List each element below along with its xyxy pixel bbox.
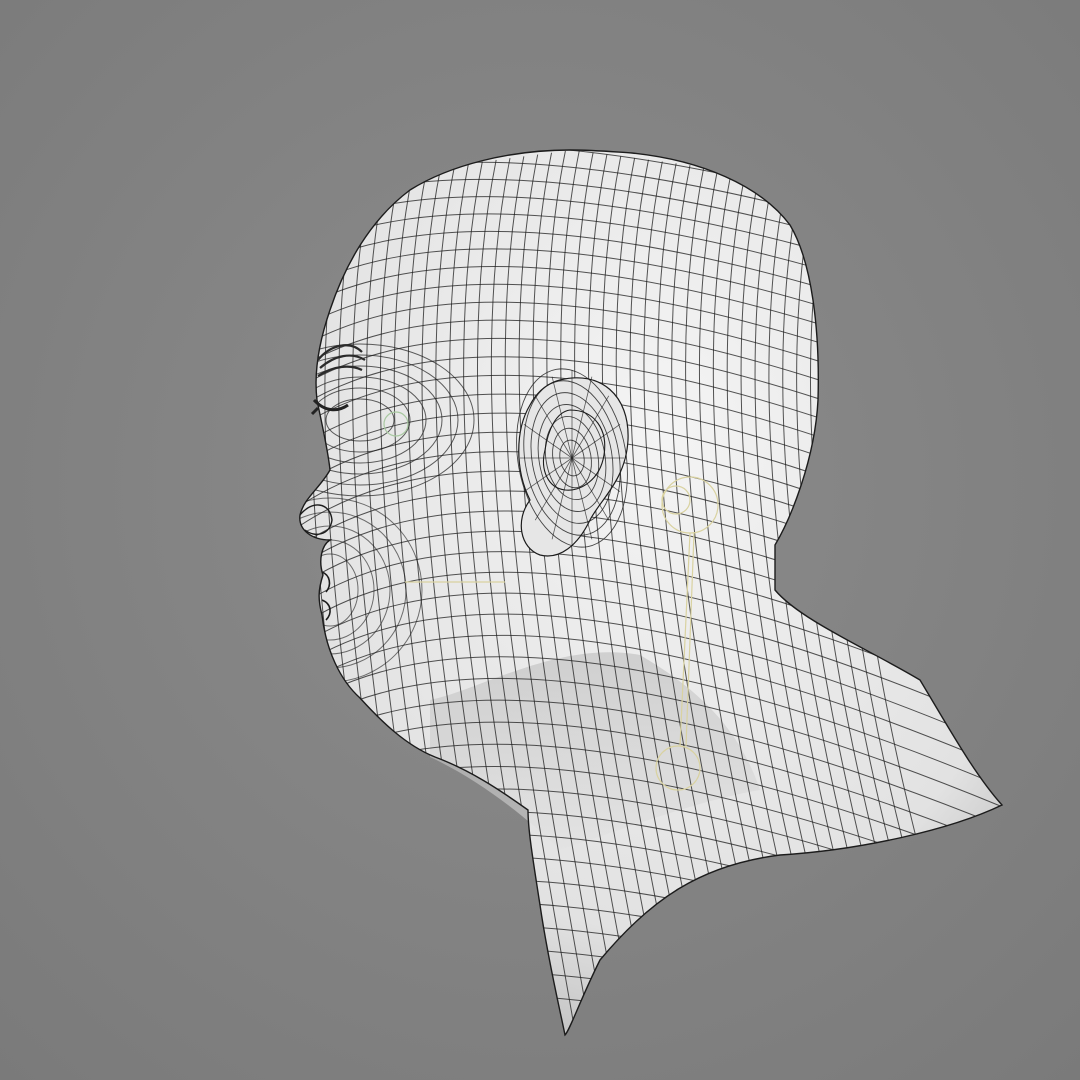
3d-viewport[interactable] xyxy=(0,0,1080,1080)
viewport-canvas[interactable] xyxy=(0,0,1080,1080)
